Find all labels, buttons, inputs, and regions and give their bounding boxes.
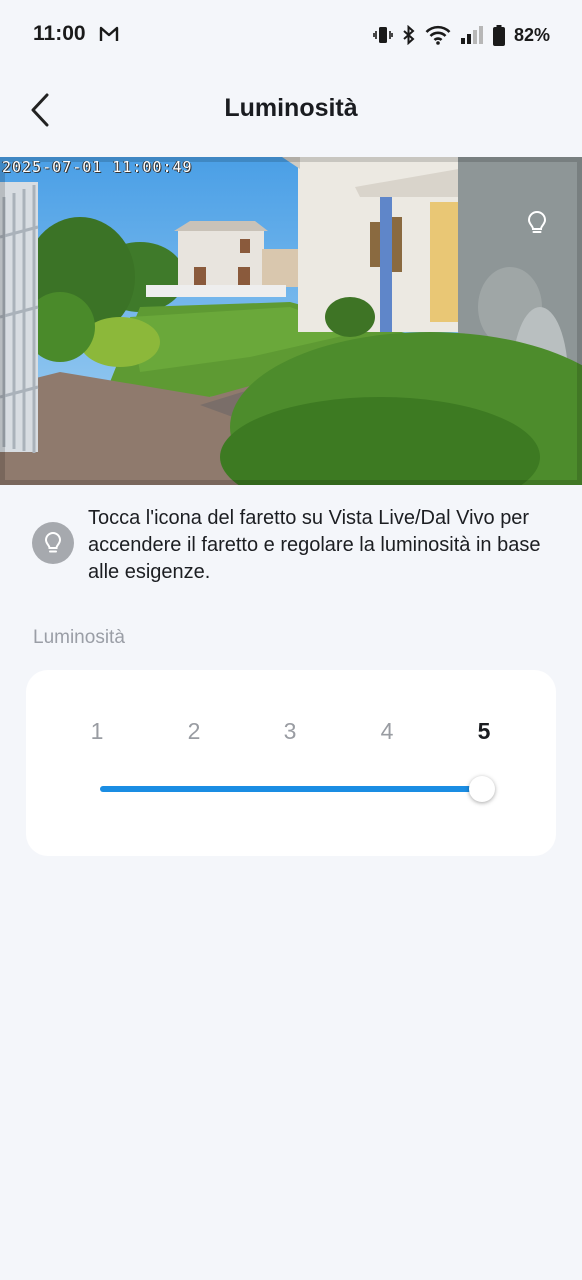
info-icon-badge [32,522,74,564]
info-text: Tocca l'icona del faretto su Vista Live/… [88,507,541,583]
level-label-4[interactable]: 4 [372,718,402,745]
status-icons: 82% [373,22,550,48]
gmail-icon [99,26,119,41]
brightness-slider-fill [100,786,482,792]
camera-timestamp: 2025-07-01 11:00:49 [2,158,193,176]
header: Luminosità [0,70,582,154]
bluetooth-icon [403,25,415,45]
battery-icon [492,24,505,46]
camera-image [0,157,582,485]
lightbulb-icon [527,210,547,233]
spotlight-overlay-button[interactable] [516,202,558,244]
level-label-2[interactable]: 2 [179,718,209,745]
brightness-slider-thumb[interactable] [469,776,495,802]
battery-percent: 82% [513,24,550,45]
level-label-5[interactable]: 5 [469,718,499,745]
brightness-slider-track[interactable] [100,786,482,792]
camera-preview: 2025-07-01 11:00:49 [0,157,582,485]
vibrate-icon [373,27,393,43]
level-label-3[interactable]: 3 [275,718,305,745]
page-title: Luminosità [224,94,358,122]
status-bar: 11:00 82% [0,0,582,70]
brightness-card: 1 2 3 4 5 [26,670,556,856]
signal-icon [460,26,483,44]
level-label-1[interactable]: 1 [82,718,112,745]
status-time: 11:00 [33,22,86,45]
lightbulb-icon [44,531,62,553]
wifi-icon [425,25,451,45]
section-label: Luminosità [33,627,125,648]
